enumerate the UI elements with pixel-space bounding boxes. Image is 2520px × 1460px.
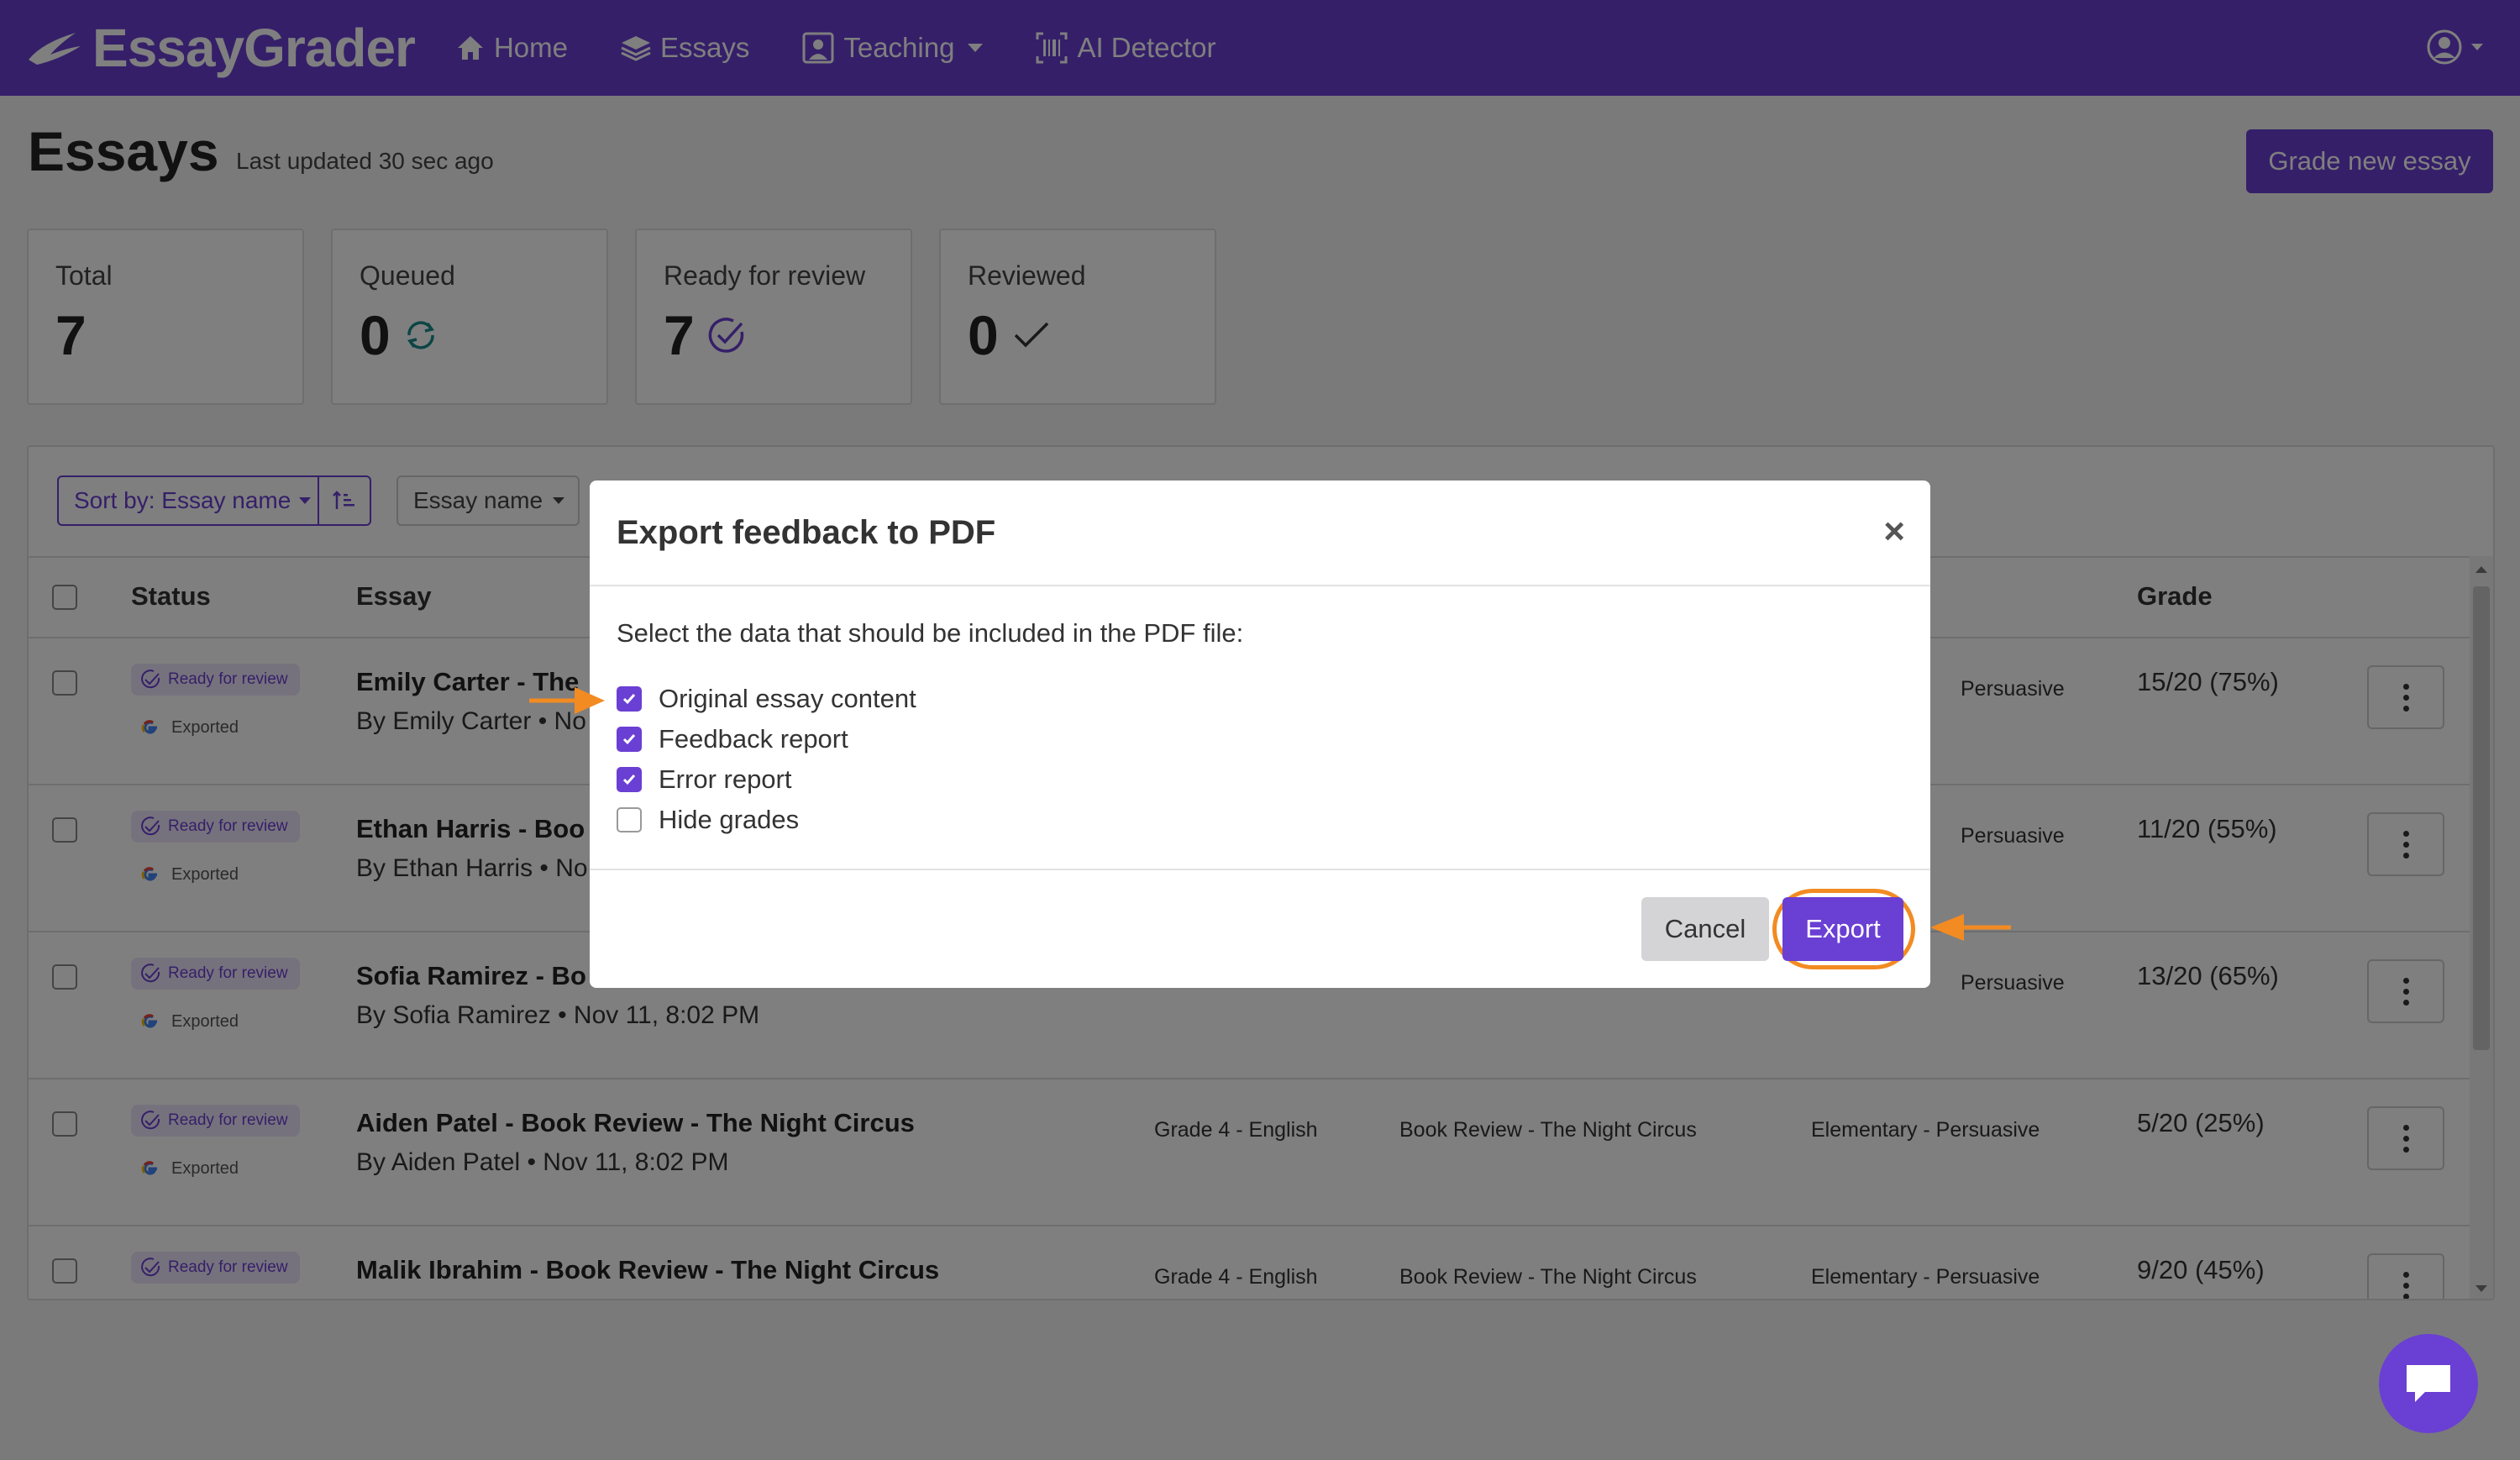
cancel-button[interactable]: Cancel — [1641, 897, 1769, 961]
check-icon — [622, 775, 636, 785]
option-label: Original essay content — [659, 684, 916, 713]
option-hide-grades[interactable]: Hide grades — [617, 805, 799, 835]
annotation-arrow-left-icon — [1930, 914, 2011, 941]
chat-widget-button[interactable] — [2379, 1334, 2478, 1433]
checkbox-checked[interactable] — [617, 686, 642, 712]
modal-header: Export feedback to PDF × — [590, 481, 1930, 586]
option-label: Hide grades — [659, 805, 800, 834]
checkbox-unchecked[interactable] — [617, 807, 642, 832]
option-label: Feedback report — [659, 724, 848, 754]
close-icon[interactable]: × — [1883, 511, 1905, 553]
checkbox-checked[interactable] — [617, 767, 642, 792]
option-original-essay[interactable]: Original essay content — [617, 684, 916, 714]
export-pdf-modal: Export feedback to PDF × Select the data… — [590, 481, 1930, 988]
checkbox-checked[interactable] — [617, 727, 642, 752]
option-error-report[interactable]: Error report — [617, 764, 791, 795]
check-icon — [622, 734, 636, 745]
modal-title: Export feedback to PDF — [617, 514, 996, 551]
export-button[interactable]: Export — [1782, 897, 1903, 961]
option-feedback-report[interactable]: Feedback report — [617, 724, 848, 754]
modal-description: Select the data that should be included … — [617, 618, 1244, 648]
modal-footer: Cancel Export — [590, 869, 1930, 988]
annotation-arrow-right-icon — [529, 687, 605, 714]
option-label: Error report — [659, 764, 792, 794]
check-icon — [622, 694, 636, 705]
chat-icon — [2407, 1365, 2450, 1402]
